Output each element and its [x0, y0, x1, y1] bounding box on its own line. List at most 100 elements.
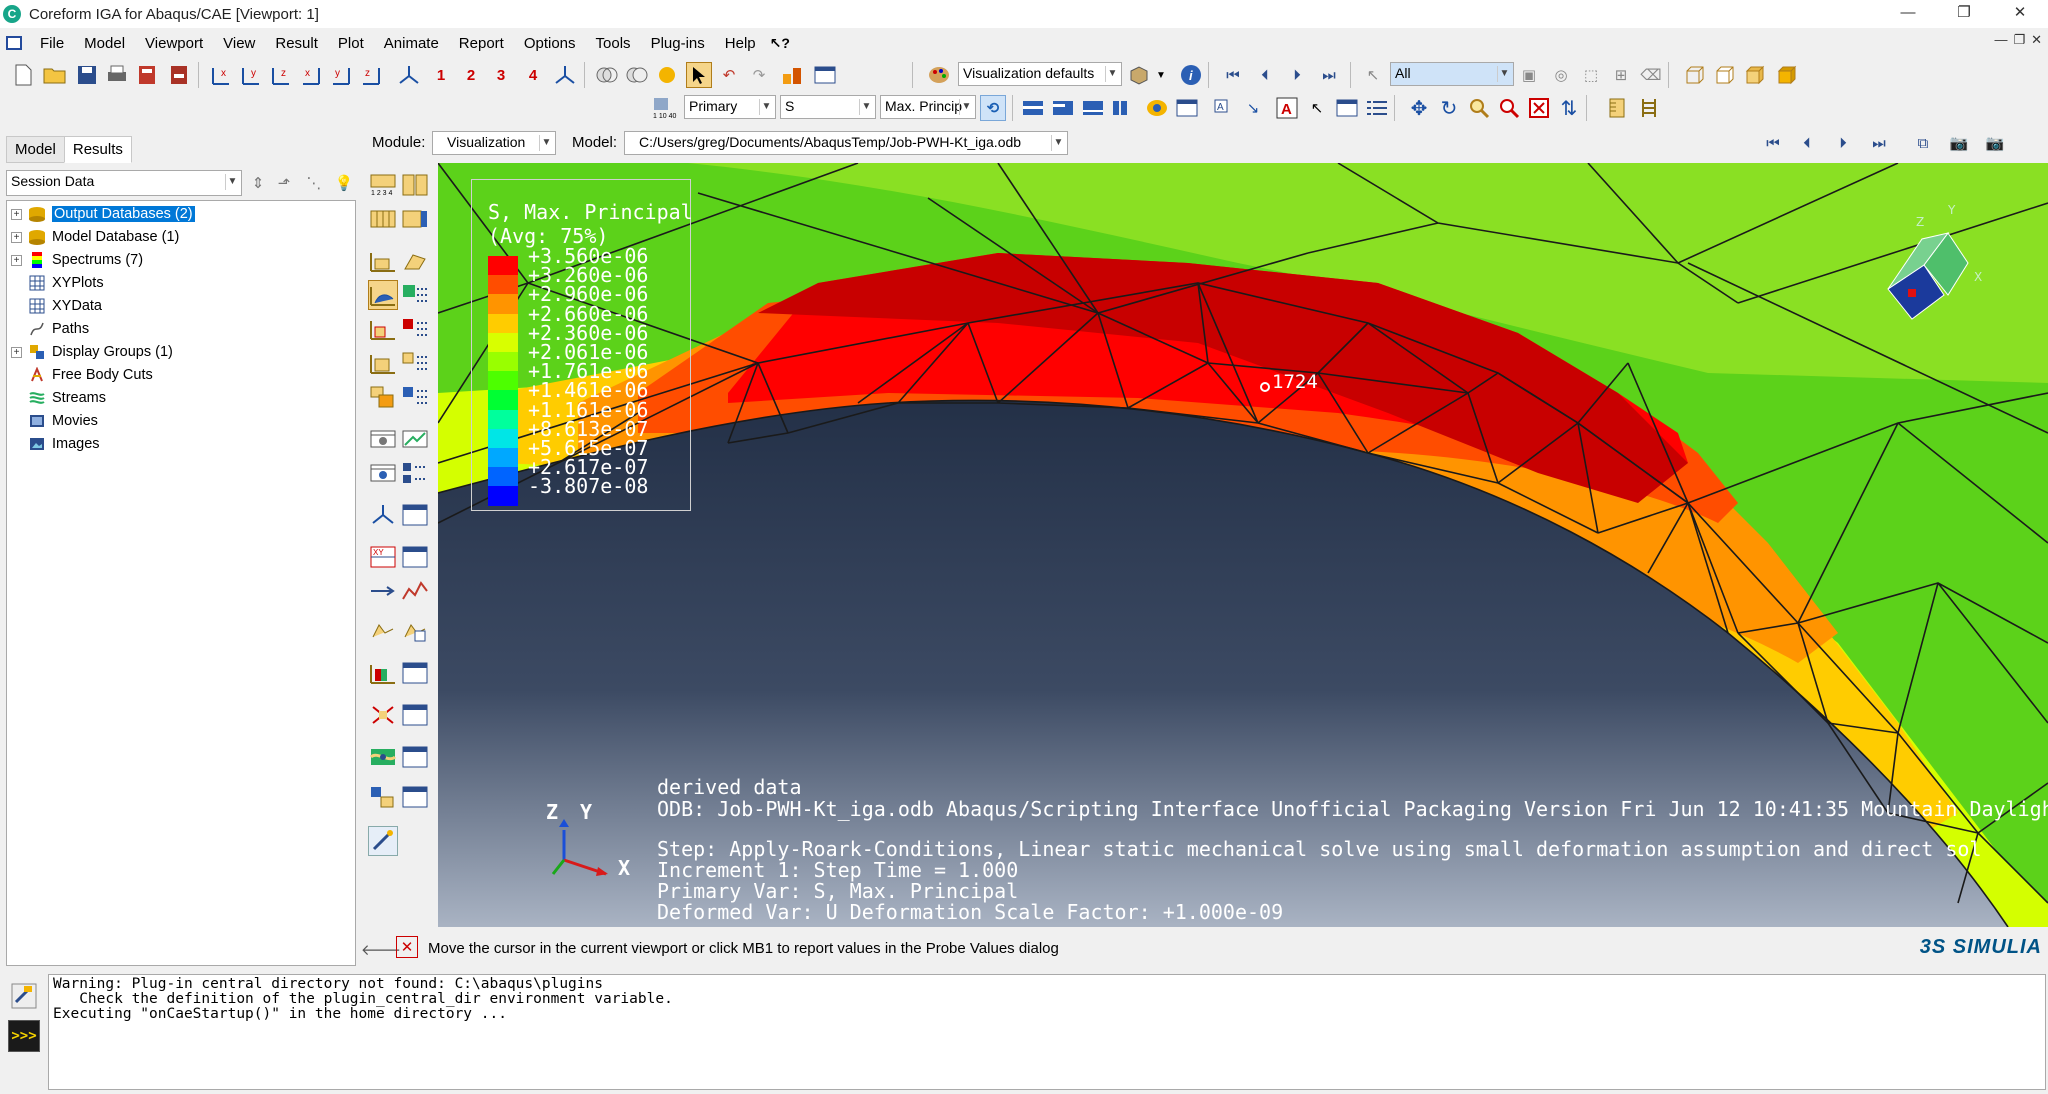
plot-contours-icon[interactable] [400, 204, 430, 234]
menu-viewport[interactable]: Viewport [135, 35, 213, 52]
last-frame-icon[interactable]: ⏭ [1316, 62, 1342, 88]
rotate-icon[interactable]: ↻ [1436, 95, 1462, 121]
animate-time-history-icon[interactable] [400, 424, 430, 454]
menu-options[interactable]: Options [514, 35, 586, 52]
view-z-icon[interactable]: z [268, 62, 294, 88]
box-zoom-icon[interactable] [1496, 95, 1522, 121]
visualization-defaults-combo[interactable]: Visualization defaults ▼ [958, 62, 1122, 86]
output-variable-combo[interactable]: S ▼ [780, 95, 876, 119]
text-annotation-icon[interactable]: A [1208, 95, 1234, 121]
select-arrow-icon[interactable] [686, 62, 712, 88]
tree-item-images[interactable]: Images [7, 433, 100, 455]
palette-icon[interactable] [926, 62, 952, 88]
plot-material-orientations-icon[interactable] [400, 246, 430, 276]
sphere-icon[interactable] [654, 62, 680, 88]
plot-columns-icon[interactable] [1110, 95, 1136, 121]
sort-icon[interactable]: ⇕ [246, 171, 270, 195]
plot-stream-icon[interactable] [368, 658, 398, 688]
plot-symbols-deformed-icon[interactable] [368, 314, 398, 344]
probe-cursor-icon[interactable]: ↖ [1304, 95, 1330, 121]
symbol-options-icon[interactable] [400, 314, 430, 344]
visibility-icon[interactable] [594, 62, 620, 88]
plot-contours-undeformed-icon[interactable] [368, 204, 398, 234]
viewport-layout-icon[interactable]: ⧉ [1910, 130, 1936, 156]
context-first-icon[interactable]: ⏮ [1760, 130, 1786, 156]
xy-plot-icon[interactable] [400, 576, 430, 606]
context-previous-icon[interactable]: ⏴ [1794, 130, 1820, 156]
view-3-button[interactable]: 3 [488, 62, 514, 88]
session-data-combo[interactable]: Session Data ▼ [6, 170, 242, 196]
tools-cut-manager-icon[interactable] [400, 700, 430, 730]
tree-item-display-groups[interactable]: + Display Groups (1) [7, 341, 173, 363]
expand-icon[interactable]: + [11, 254, 22, 266]
plot-material-orient-deformed-icon[interactable] [368, 348, 398, 378]
tab-results[interactable]: Results [63, 136, 132, 163]
output-invariant-combo[interactable]: Max. Princip ▼ [880, 95, 976, 119]
material-orientation-icon[interactable] [1080, 95, 1106, 121]
query-tool-icon[interactable] [368, 826, 398, 856]
create-path-icon[interactable] [368, 576, 398, 606]
print-icon[interactable] [104, 62, 130, 88]
select-from-viewport-icon[interactable]: ▣ [1516, 62, 1542, 88]
mdi-close-button[interactable]: ✕ [2031, 32, 2042, 48]
ruler-icon[interactable] [1604, 95, 1630, 121]
tree-item-xydata[interactable]: XYData [7, 295, 102, 317]
table-icon[interactable] [1174, 95, 1200, 121]
create-xy-data-icon[interactable]: XY [368, 542, 398, 572]
menu-file[interactable]: File [30, 35, 74, 52]
contour-options-icon[interactable] [400, 280, 430, 310]
allow-multiple-plots-icon[interactable] [368, 382, 398, 412]
view-neg-z-icon[interactable]: z [358, 62, 384, 88]
text-box-icon[interactable]: A [1274, 95, 1300, 121]
tree-item-streams[interactable]: Streams [7, 387, 106, 409]
expand-icon[interactable]: + [11, 208, 22, 220]
message-log[interactable]: Warning: Plug-in central directory not f… [48, 974, 2046, 1090]
info-icon[interactable]: i [1178, 62, 1204, 88]
cube-shaded-icon[interactable] [1774, 62, 1800, 88]
stream-plot-icon[interactable] [368, 742, 398, 772]
query-icon[interactable] [780, 62, 806, 88]
menu-plot[interactable]: Plot [328, 35, 374, 52]
overlay-icon[interactable] [624, 62, 650, 88]
pick-arrow-icon[interactable]: ↖ [1360, 62, 1386, 88]
material-orient-options-icon[interactable] [400, 348, 430, 378]
selection-filter-combo[interactable]: All ▼ [1390, 62, 1514, 86]
select-options-icon[interactable]: ⊞ [1608, 62, 1634, 88]
next-frame-icon[interactable]: ⏵ [1284, 62, 1310, 88]
tree-item-movies[interactable]: Movies [7, 410, 98, 432]
close-button[interactable]: ✕ [1992, 0, 2048, 28]
view-neg-y-icon[interactable]: y [328, 62, 354, 88]
redo-icon[interactable]: ↷ [746, 62, 772, 88]
auto-fit-icon[interactable] [1526, 95, 1552, 121]
arrow-annotation-icon[interactable]: ↘ [1240, 95, 1266, 121]
plot-symbols-icon[interactable] [368, 246, 398, 276]
probe-table-icon[interactable] [1334, 95, 1360, 121]
folder-up-icon[interactable]: ⬏ [272, 171, 296, 195]
camera-icon[interactable]: 📷 [1946, 130, 1972, 156]
animation-options-icon[interactable] [400, 458, 430, 488]
message-area-toggle-icon[interactable] [8, 980, 40, 1012]
previous-frame-icon[interactable]: ⏴ [1252, 62, 1278, 88]
free-body-manager-icon[interactable] [400, 616, 430, 646]
module-combo[interactable]: Visualization ▼ [432, 131, 556, 155]
table-icon[interactable] [812, 62, 838, 88]
select-circle-icon[interactable]: ◎ [1548, 62, 1574, 88]
undo-icon[interactable]: ↶ [716, 62, 742, 88]
tree-item-output-databases[interactable]: + Output Databases (2) [7, 203, 195, 225]
view-4-button[interactable]: 4 [520, 62, 546, 88]
export-icon[interactable] [134, 62, 160, 88]
context-next-icon[interactable]: ⏵ [1830, 130, 1856, 156]
cancel-procedure-button[interactable]: ✕ [396, 936, 418, 958]
triad-view-icon[interactable] [552, 62, 578, 88]
viewport[interactable]: Y Z X S, Max. Principal (Avg: 75%) +3.56… [438, 163, 2048, 927]
menu-plugins[interactable]: Plug-ins [641, 35, 715, 52]
plot-deformed-icon[interactable] [400, 170, 430, 200]
open-folder-icon[interactable] [42, 62, 68, 88]
document-icon[interactable] [6, 36, 22, 50]
back-arrow-icon[interactable]: 🡐 [361, 936, 401, 962]
tree-item-paths[interactable]: Paths [7, 318, 89, 340]
snapshot-icon[interactable]: 📷 [1982, 130, 2008, 156]
tree-item-xyplots[interactable]: XYPlots [7, 272, 104, 294]
cycle-views-icon[interactable]: ⇅ [1556, 95, 1582, 121]
view-neg-x-icon[interactable]: x [298, 62, 324, 88]
